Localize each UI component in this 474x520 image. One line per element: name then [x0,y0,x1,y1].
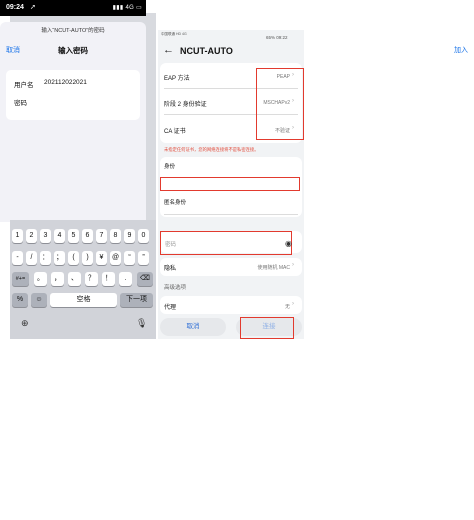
key-9[interactable]: 9 [124,229,135,243]
key-yen[interactable]: ¥ [96,251,107,265]
proxy-value[interactable]: 无 [240,303,290,310]
password-field[interactable]: 密码 [14,97,27,107]
status-time: 09:24 [6,4,24,11]
status-network: ▮▮▮ 4G ▭ [112,5,142,11]
globe-icon[interactable]: ⊕ [21,318,29,329]
eap-highlight-box [256,68,304,140]
next-key[interactable]: 下一项 [120,293,153,307]
eye-hidden-icon[interactable]: ◉ [285,239,292,248]
sheet-hint: 输入“NCUT-AUTO”的密码 [41,28,105,34]
join-button[interactable]: 加入 [454,45,468,55]
key-8[interactable]: 8 [110,229,121,243]
username-label: 用户名 [14,82,34,89]
key-question[interactable]: ？ [85,272,98,286]
carrier-status: 中国联通 HD 4G [161,32,187,36]
key-slash[interactable]: / [26,251,37,265]
phase2-label: 阶段 2 身份验证 [164,102,207,108]
key-4[interactable]: 4 [54,229,65,243]
key-semicolon[interactable]: ； [54,251,65,265]
advanced-options-label: 高级选项 [164,285,187,291]
key-6[interactable]: 6 [82,229,93,243]
password-placeholder: 密码 [165,242,177,248]
key-dot[interactable]: . [119,272,132,286]
key-7[interactable]: 7 [96,229,107,243]
password-input[interactable] [160,231,292,255]
username-field[interactable]: 202112022021 [44,79,87,86]
key-exclaim[interactable]: ！ [102,272,115,286]
key-at[interactable]: @ [110,251,121,265]
key-quote-open[interactable]: “ [124,251,135,265]
key-period-cn[interactable]: 。 [34,272,47,286]
key-symbols[interactable]: #+= [12,272,29,286]
battery-time-status: 65% 09:22 [266,35,288,40]
key-1[interactable]: 1 [12,229,23,243]
numeric-switch-icon[interactable]: % [12,293,28,307]
chevron-right-icon: › [292,262,294,268]
space-key[interactable]: 空格 [50,293,117,307]
key-paren-open[interactable]: ( [68,251,79,265]
anonymous-identity-label: 匿名身份 [164,200,187,206]
backspace-icon[interactable]: ⌫ [137,272,153,286]
privacy-label: 隐私 [164,266,177,272]
identity-label: 身份 [164,164,176,170]
key-3[interactable]: 3 [40,229,51,243]
identity-input[interactable] [160,177,300,191]
sheet-title: 输入密码 [58,46,88,55]
key-colon[interactable]: ： [40,251,51,265]
back-arrow-icon[interactable]: ← [163,44,174,56]
network-title: NCUT-AUTO [180,46,233,56]
certificate-warning: 未指定任何证书，您的网络连接将不是私密连接。 [164,147,259,152]
connect-highlight-box [240,317,294,339]
key-0[interactable]: 0 [138,229,149,243]
location-arrow-icon: ➚ [30,4,36,11]
credentials-card [6,70,140,120]
key-comma-cn[interactable]: ， [51,272,64,286]
chevron-right-icon: › [292,301,294,307]
privacy-value[interactable]: 使用随机 MAC [230,264,290,271]
microphone-icon[interactable]: 🎙 [136,318,147,329]
key-2[interactable]: 2 [26,229,37,243]
anonymous-identity-input[interactable] [164,214,298,215]
emoji-icon[interactable]: ☺ [31,293,47,307]
key-5[interactable]: 5 [68,229,79,243]
ios-status-bar: 09:24 ➚ ▮▮▮ 4G ▭ [0,0,146,16]
ca-cert-label: CA 证书 [164,129,186,135]
key-enum-comma[interactable]: 、 [68,272,81,286]
eap-method-label: EAP 方法 [164,76,190,82]
key-dash[interactable]: - [12,251,23,265]
key-quote-close[interactable]: ” [138,251,149,265]
proxy-label: 代理 [164,305,177,311]
key-paren-close[interactable]: ) [82,251,93,265]
cancel-button[interactable]: 取消 [160,318,226,336]
